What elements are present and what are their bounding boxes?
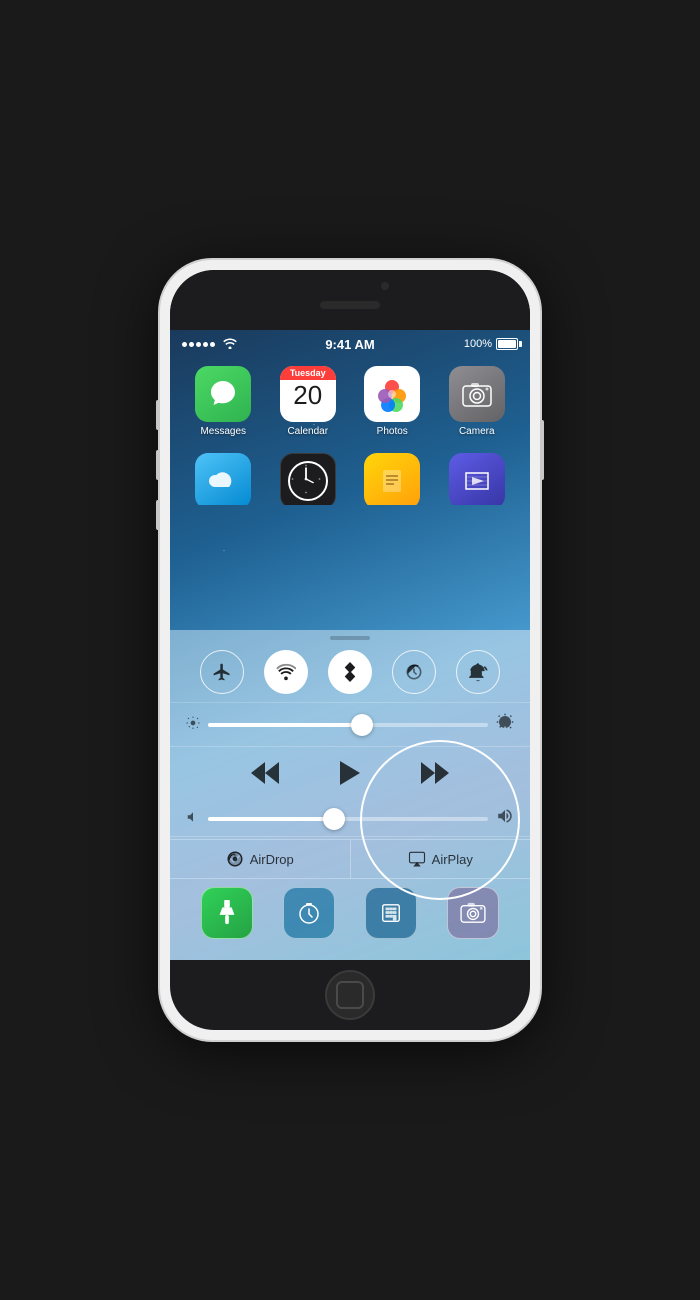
- flashlight-button[interactable]: [201, 887, 253, 939]
- volume-track: [208, 817, 334, 821]
- rewind-button[interactable]: [243, 758, 287, 794]
- fast-forward-button[interactable]: [413, 758, 457, 794]
- wifi-toggle[interactable]: [264, 650, 308, 694]
- messages-label: Messages: [200, 426, 246, 437]
- brightness-track: [208, 723, 362, 727]
- calendar-day: Tuesday: [280, 366, 336, 380]
- brightness-row: [170, 705, 530, 744]
- calculator-button[interactable]: [365, 887, 417, 939]
- phone-screen: 9:41 AM 100%: [170, 270, 530, 1030]
- calendar-icon: Tuesday 20: [280, 366, 336, 422]
- airdrop-button[interactable]: AirDrop: [170, 840, 351, 878]
- notes-icon: [364, 453, 420, 505]
- homescreen: 9:41 AM 100%: [170, 330, 530, 960]
- photos-icon: [364, 366, 420, 422]
- brightness-slider[interactable]: [208, 723, 488, 727]
- app-videos[interactable]: Videos: [440, 453, 515, 505]
- app-camera[interactable]: Camera: [440, 366, 515, 437]
- airdrop-airplay-row: AirDrop AirPlay: [170, 839, 530, 878]
- brightness-max-icon: [496, 713, 514, 736]
- app-weather[interactable]: Weather: [186, 453, 261, 505]
- app-grid-row1: Messages Tuesday 20 Calendar: [170, 358, 530, 445]
- airplay-button[interactable]: AirPlay: [351, 841, 531, 877]
- cc-handle[interactable]: [170, 630, 530, 644]
- status-left: [182, 337, 237, 352]
- quick-apps-row: [170, 878, 530, 947]
- messages-icon: [195, 366, 251, 422]
- app-notes[interactable]: Notes: [355, 453, 430, 505]
- rotation-lock-toggle[interactable]: [456, 650, 500, 694]
- airplay-label: AirPlay: [432, 852, 473, 867]
- home-button-icon: [336, 981, 364, 1009]
- media-controls: [170, 749, 530, 803]
- app-messages[interactable]: Messages: [186, 366, 261, 437]
- do-not-disturb-toggle[interactable]: [392, 650, 436, 694]
- battery-fill: [498, 340, 516, 348]
- signal-dot-2: [189, 342, 194, 347]
- videos-icon: [449, 453, 505, 505]
- airdrop-label: AirDrop: [250, 852, 294, 867]
- cc-divider-3: [170, 836, 530, 837]
- airplane-mode-toggle[interactable]: [200, 650, 244, 694]
- camera-icon: [449, 366, 505, 422]
- calendar-label: Calendar: [287, 426, 328, 437]
- top-bar: [170, 270, 530, 330]
- battery-percent: 100%: [464, 338, 492, 350]
- cc-handle-bar: [330, 636, 370, 640]
- quick-camera-button[interactable]: [447, 887, 499, 939]
- volume-min-icon: [186, 810, 200, 827]
- volume-thumb[interactable]: [323, 808, 345, 830]
- front-camera: [381, 282, 389, 290]
- status-bar: 9:41 AM 100%: [170, 330, 530, 358]
- volume-row: [170, 803, 530, 834]
- signal-dot-5: [210, 342, 215, 347]
- screen-area: 9:41 AM 100%: [170, 330, 530, 960]
- home-button[interactable]: [325, 970, 375, 1020]
- clock-face: [288, 461, 328, 501]
- bluetooth-toggle[interactable]: [328, 650, 372, 694]
- camera-label: Camera: [459, 426, 495, 437]
- cc-divider-1: [170, 702, 530, 703]
- brightness-min-icon: [186, 716, 200, 733]
- photos-label: Photos: [377, 426, 408, 437]
- signal-dot-4: [203, 342, 208, 347]
- signal-dot-1: [182, 342, 187, 347]
- control-center: AirDrop AirPlay: [170, 630, 530, 960]
- play-button[interactable]: [332, 757, 368, 795]
- volume-slider[interactable]: [208, 817, 488, 821]
- clock-icon: [280, 453, 336, 505]
- status-time: 9:41 AM: [325, 337, 374, 352]
- speaker-grille: [320, 301, 380, 309]
- cc-toggles-row: [170, 644, 530, 700]
- volume-max-icon: [496, 807, 514, 830]
- battery-icon: [496, 338, 518, 350]
- status-right: 100%: [464, 338, 518, 350]
- brightness-thumb[interactable]: [351, 714, 373, 736]
- signal-dot-3: [196, 342, 201, 347]
- app-photos[interactable]: Photos: [355, 366, 430, 437]
- phone-device: 9:41 AM 100%: [160, 260, 540, 1040]
- wifi-status-icon: [223, 337, 237, 352]
- app-clock[interactable]: Clock: [271, 453, 346, 505]
- app-calendar[interactable]: Tuesday 20 Calendar: [271, 366, 346, 437]
- cc-divider-2: [170, 746, 530, 747]
- calendar-date: 20: [280, 382, 336, 408]
- weather-icon: [195, 453, 251, 505]
- app-grid-row2: Weather: [170, 445, 530, 505]
- signal-strength: [182, 342, 215, 347]
- timer-button[interactable]: [283, 887, 335, 939]
